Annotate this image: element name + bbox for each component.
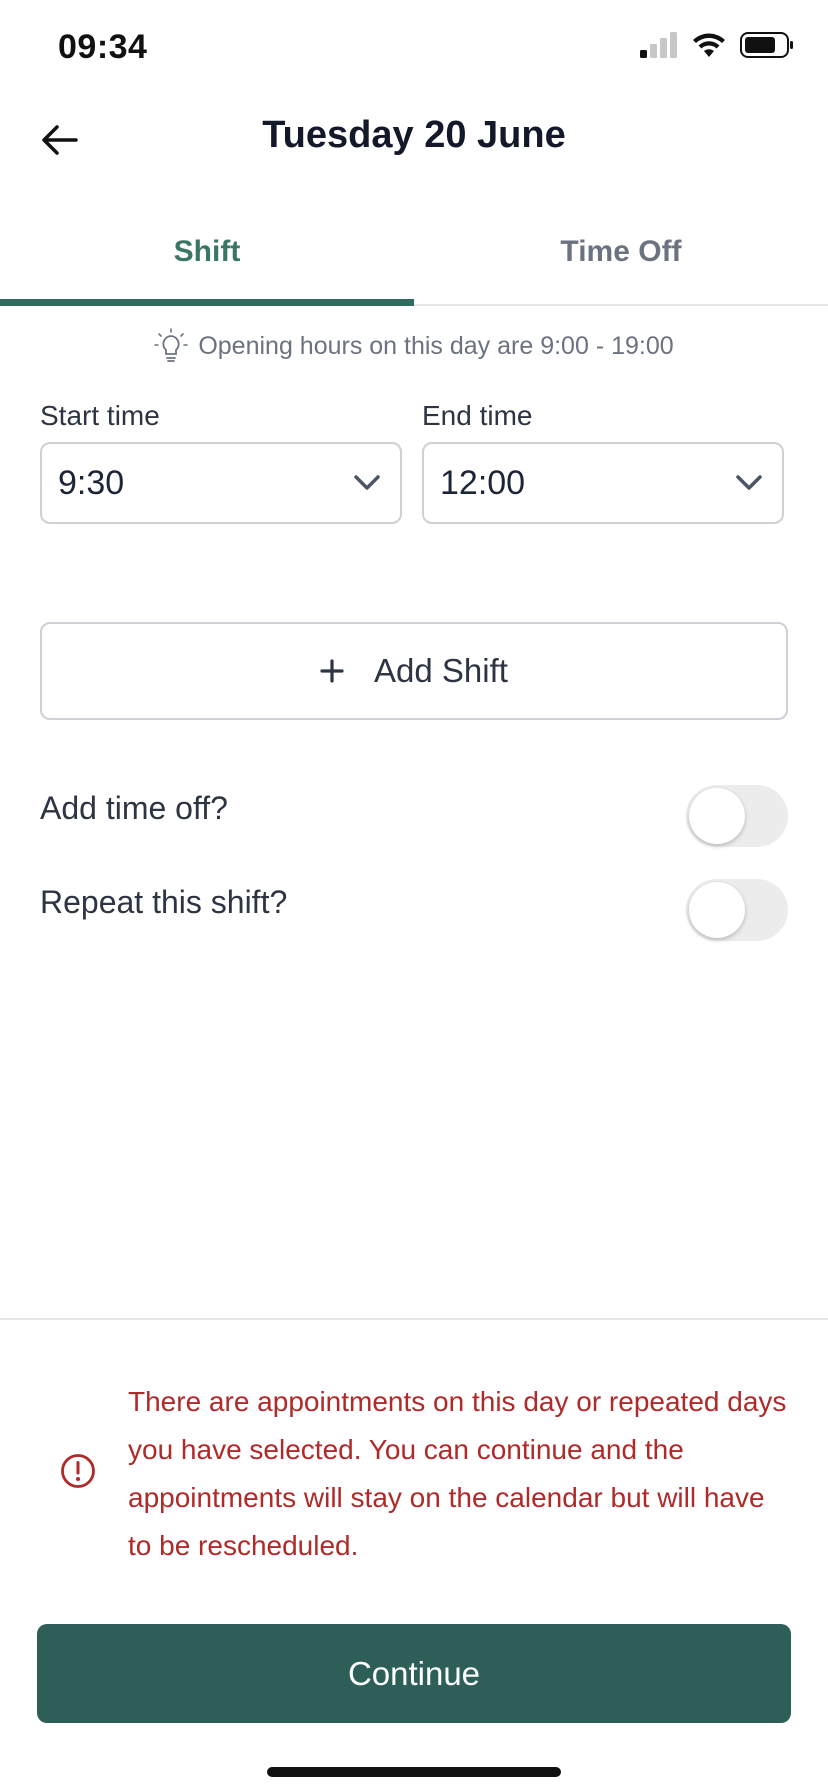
wifi-icon — [693, 33, 725, 57]
toggle-knob — [689, 788, 745, 844]
add-shift-label: Add Shift — [374, 652, 508, 689]
end-time-value: 12:00 — [440, 463, 526, 502]
repeat-shift-label: Repeat this shift? — [40, 884, 288, 920]
divider — [0, 1318, 828, 1320]
active-tab-indicator — [0, 299, 414, 306]
chevron-down-icon — [736, 475, 762, 490]
start-time-value: 9:30 — [58, 463, 125, 502]
tab-shift[interactable]: Shift — [0, 200, 414, 304]
plus-icon — [320, 659, 344, 683]
lightbulb-icon — [154, 328, 189, 362]
page-title: Tuesday 20 June — [262, 114, 566, 156]
end-time-select[interactable]: 12:00 — [422, 442, 784, 524]
opening-hours-hint: Opening hours on this day are 9:00 - 19:… — [0, 328, 828, 364]
alert-circle-icon — [61, 1454, 95, 1488]
toggle-knob — [689, 882, 745, 938]
continue-button[interactable]: Continue — [37, 1624, 791, 1723]
start-time-select[interactable]: 9:30 — [40, 442, 402, 524]
cellular-signal-icon — [640, 32, 677, 58]
add-time-off-toggle[interactable] — [686, 785, 788, 847]
appointments-warning: There are appointments on this day or re… — [128, 1386, 787, 1561]
end-time-label: End time — [422, 400, 533, 431]
battery-icon — [740, 32, 793, 58]
status-icons — [638, 32, 794, 58]
opening-hours-text: Opening hours on this day are 9:00 - 19:… — [198, 331, 674, 360]
status-time: 09:34 — [58, 28, 148, 66]
add-time-off-label: Add time off? — [40, 790, 228, 826]
tab-bar: Shift Time Off — [0, 200, 828, 306]
chevron-down-icon — [354, 475, 380, 490]
home-indicator — [267, 1767, 561, 1777]
tab-time-off[interactable]: Time Off — [414, 200, 828, 304]
add-shift-button[interactable]: Add Shift — [40, 622, 788, 720]
start-time-label: Start time — [40, 400, 160, 431]
repeat-shift-toggle[interactable] — [686, 879, 788, 941]
